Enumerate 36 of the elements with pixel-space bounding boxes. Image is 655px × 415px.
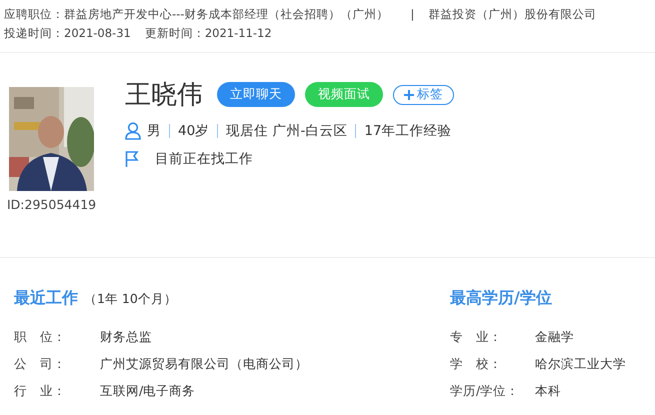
section-title: 最近工作 bbox=[14, 288, 78, 307]
job-status: 目前正在找工作 bbox=[155, 150, 253, 168]
separator: | bbox=[410, 7, 414, 21]
profile-fact: 17年工作经验 bbox=[364, 122, 452, 140]
field-label: 专 业： bbox=[450, 328, 503, 346]
flag-icon bbox=[125, 151, 139, 167]
video-interview-button[interactable]: 视频面试 bbox=[305, 82, 383, 107]
candidate-name: 王晓伟 bbox=[125, 79, 203, 112]
applied-position: 群益房地产开发中心---财务成本部经理（社会招聘）（广州） bbox=[64, 7, 388, 21]
delivery-label: 投递时间： bbox=[4, 26, 64, 40]
field-value: 广州艾源贸易有限公司（电商公司） bbox=[100, 355, 308, 373]
section-title: 最高学历/学位 bbox=[450, 288, 552, 307]
field-label: 公 司： bbox=[14, 355, 67, 373]
company-name: 群益投资（广州）股份有限公司 bbox=[428, 7, 596, 21]
field-value: 财务总监 bbox=[100, 328, 152, 346]
delivery-date: 2021-08-31 bbox=[64, 26, 131, 40]
field-label: 学 校： bbox=[450, 355, 503, 373]
candidate-id: ID:295054419 bbox=[7, 197, 96, 212]
position-label: 应聘职位： bbox=[4, 7, 64, 21]
tag-button[interactable]: 标签 bbox=[393, 84, 454, 104]
work-duration: （1年 10个月） bbox=[84, 291, 177, 306]
profile-fact: 40岁 bbox=[178, 122, 210, 140]
field-label: 职 位： bbox=[14, 328, 67, 346]
field-value: 互联网/电子商务 bbox=[100, 382, 196, 400]
profile-fact: 男 bbox=[147, 122, 161, 140]
field-value: 本科 bbox=[535, 382, 561, 400]
field-label: 学历/学位： bbox=[450, 382, 520, 400]
person-icon bbox=[125, 122, 141, 140]
update-date: 2021-11-12 bbox=[204, 26, 272, 40]
profile-fact: 现居住 广州-白云区 bbox=[226, 122, 348, 140]
field-value: 哈尔滨工业大学 bbox=[535, 355, 626, 373]
field-value: 金融学 bbox=[535, 328, 574, 346]
plus-icon bbox=[404, 90, 414, 100]
field-label: 行 业： bbox=[14, 382, 67, 400]
update-label: 更新时间： bbox=[144, 26, 205, 40]
chat-button[interactable]: 立即聊天 bbox=[217, 82, 295, 107]
